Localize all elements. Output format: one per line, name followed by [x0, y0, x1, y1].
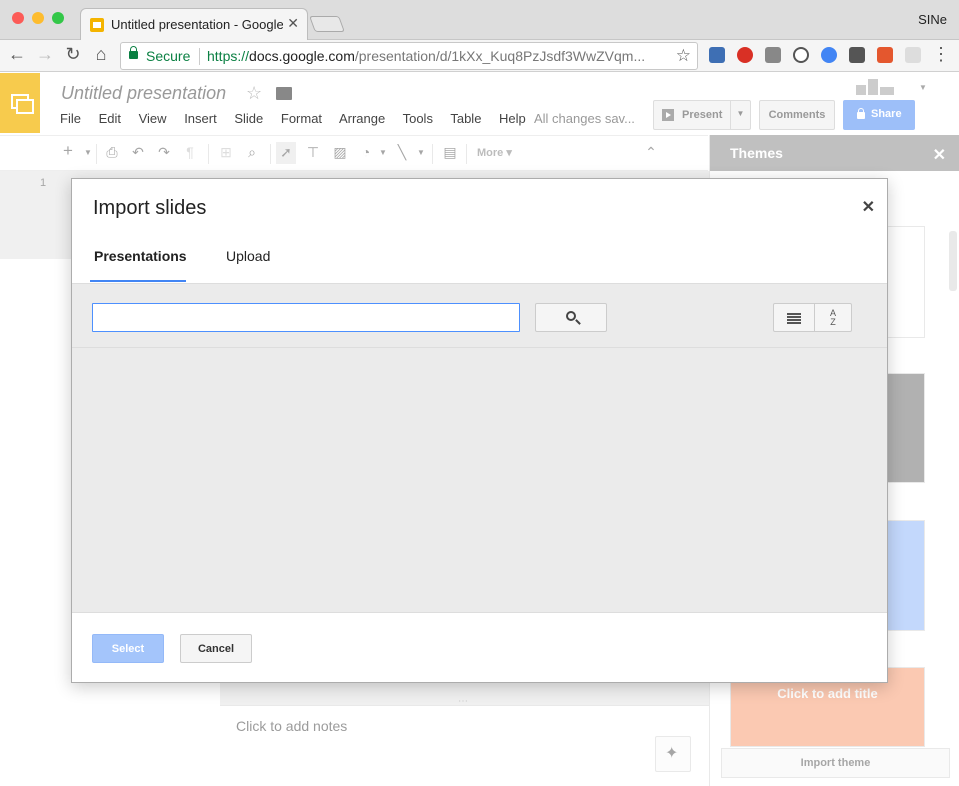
present-label: Present — [682, 109, 723, 121]
qr-extension-icon[interactable] — [765, 47, 781, 63]
omnibox[interactable]: Secure https://docs.google.com/presentat… — [120, 42, 698, 70]
menu-edit[interactable]: Edit — [99, 111, 121, 126]
minimize-window-button[interactable] — [32, 12, 44, 24]
browser-menu-icon[interactable]: ⋮ — [930, 44, 952, 65]
puzzle-extension-icon[interactable] — [877, 47, 893, 63]
collaborator-avatar — [868, 79, 878, 95]
select-button[interactable]: Select — [92, 634, 164, 663]
menu-table[interactable]: Table — [450, 111, 481, 126]
list-view-icon — [787, 319, 801, 321]
lock-icon — [129, 46, 138, 59]
import-slides-dialog: Import slides ✕ Presentations Upload AZ … — [71, 178, 888, 683]
search-input[interactable] — [92, 303, 520, 332]
bookmark-star-icon[interactable]: ☆ — [676, 46, 691, 66]
download-extension-icon[interactable] — [709, 47, 725, 63]
search-button[interactable] — [535, 303, 607, 332]
menu-bar: File Edit View Insert Slide Format Arran… — [60, 111, 540, 126]
url-text[interactable]: https://docs.google.com/presentation/d/1… — [207, 48, 669, 64]
reload-icon[interactable]: ↻ — [62, 44, 84, 65]
info-extension-icon[interactable] — [793, 47, 809, 63]
slides-header: Untitled presentation ☆ File Edit View I… — [0, 73, 959, 135]
omnibox-divider — [199, 48, 200, 65]
comments-button[interactable]: Comments — [759, 100, 835, 130]
browser-tab-strip: Untitled presentation - Google Slides ✕ … — [0, 0, 959, 40]
tab-title: Untitled presentation - Google Slides — [111, 17, 283, 32]
close-window-button[interactable] — [12, 12, 24, 24]
secure-label: Secure — [146, 48, 191, 64]
lock-icon — [857, 108, 865, 119]
collaborator-avatar — [856, 85, 866, 95]
back-icon[interactable]: ← — [6, 44, 28, 65]
menu-view[interactable]: View — [139, 111, 167, 126]
close-tab-icon[interactable]: ✕ — [287, 15, 299, 32]
present-dropdown-icon[interactable]: ▼ — [730, 101, 750, 129]
dialog-body: AZ — [72, 283, 887, 613]
play-icon — [662, 109, 674, 121]
save-status: All changes sav... — [534, 111, 635, 126]
dialog-close-icon[interactable]: ✕ — [862, 197, 875, 217]
move-to-folder-icon[interactable] — [276, 87, 292, 100]
menu-insert[interactable]: Insert — [184, 111, 217, 126]
url-scheme: https:// — [207, 48, 250, 64]
sort-button[interactable]: AZ — [814, 303, 852, 332]
adblock-extension-icon[interactable] — [737, 47, 753, 63]
dialog-title: Import slides — [93, 197, 207, 219]
menu-format[interactable]: Format — [281, 111, 322, 126]
sort-az-label-bottom: Z — [830, 317, 836, 327]
document-title[interactable]: Untitled presentation — [61, 83, 226, 104]
url-host: docs.google.com — [249, 48, 355, 64]
dialog-body-divider — [72, 347, 887, 348]
share-button[interactable]: Share — [843, 100, 915, 130]
new-tab-button[interactable] — [309, 16, 345, 32]
star-document-icon[interactable]: ☆ — [246, 83, 262, 104]
address-bar-row: ← → ↻ ⌂ Secure https://docs.google.com/p… — [0, 40, 959, 72]
menu-file[interactable]: File — [60, 111, 81, 126]
maximize-window-button[interactable] — [52, 12, 64, 24]
list-view-icon — [787, 316, 801, 318]
menu-help[interactable]: Help — [499, 111, 526, 126]
cancel-button[interactable]: Cancel — [180, 634, 252, 663]
collaborators-area — [846, 79, 914, 99]
chrome-extension-icon[interactable] — [821, 47, 837, 63]
account-caret-icon[interactable]: ▼ — [919, 83, 927, 92]
cursor-extension-icon[interactable] — [905, 47, 921, 63]
slides-logo-icon[interactable] — [0, 73, 40, 133]
url-path: /presentation/d/1kXx_Kuq8PzJsdf3WwZVqm..… — [354, 48, 646, 64]
menu-slide[interactable]: Slide — [234, 111, 263, 126]
active-tab-indicator — [90, 280, 186, 282]
menu-tools[interactable]: Tools — [403, 111, 433, 126]
list-view-icon — [787, 322, 801, 324]
collaborator-avatar — [880, 87, 894, 95]
profile-name[interactable]: SINe — [918, 12, 947, 27]
forward-icon[interactable]: → — [34, 44, 56, 65]
list-view-button[interactable] — [773, 303, 815, 332]
browser-tab[interactable]: Untitled presentation - Google Slides ✕ — [80, 8, 308, 40]
search-icon — [566, 311, 576, 321]
tab-presentations[interactable]: Presentations — [94, 248, 187, 264]
home-icon[interactable]: ⌂ — [90, 44, 112, 65]
evernote-extension-icon[interactable] — [849, 47, 865, 63]
tab-upload[interactable]: Upload — [226, 248, 270, 264]
slides-favicon-icon — [90, 18, 104, 32]
share-label: Share — [871, 108, 902, 120]
menu-arrange[interactable]: Arrange — [339, 111, 385, 126]
present-button[interactable]: Present ▼ — [653, 100, 751, 130]
list-view-icon — [787, 313, 801, 315]
